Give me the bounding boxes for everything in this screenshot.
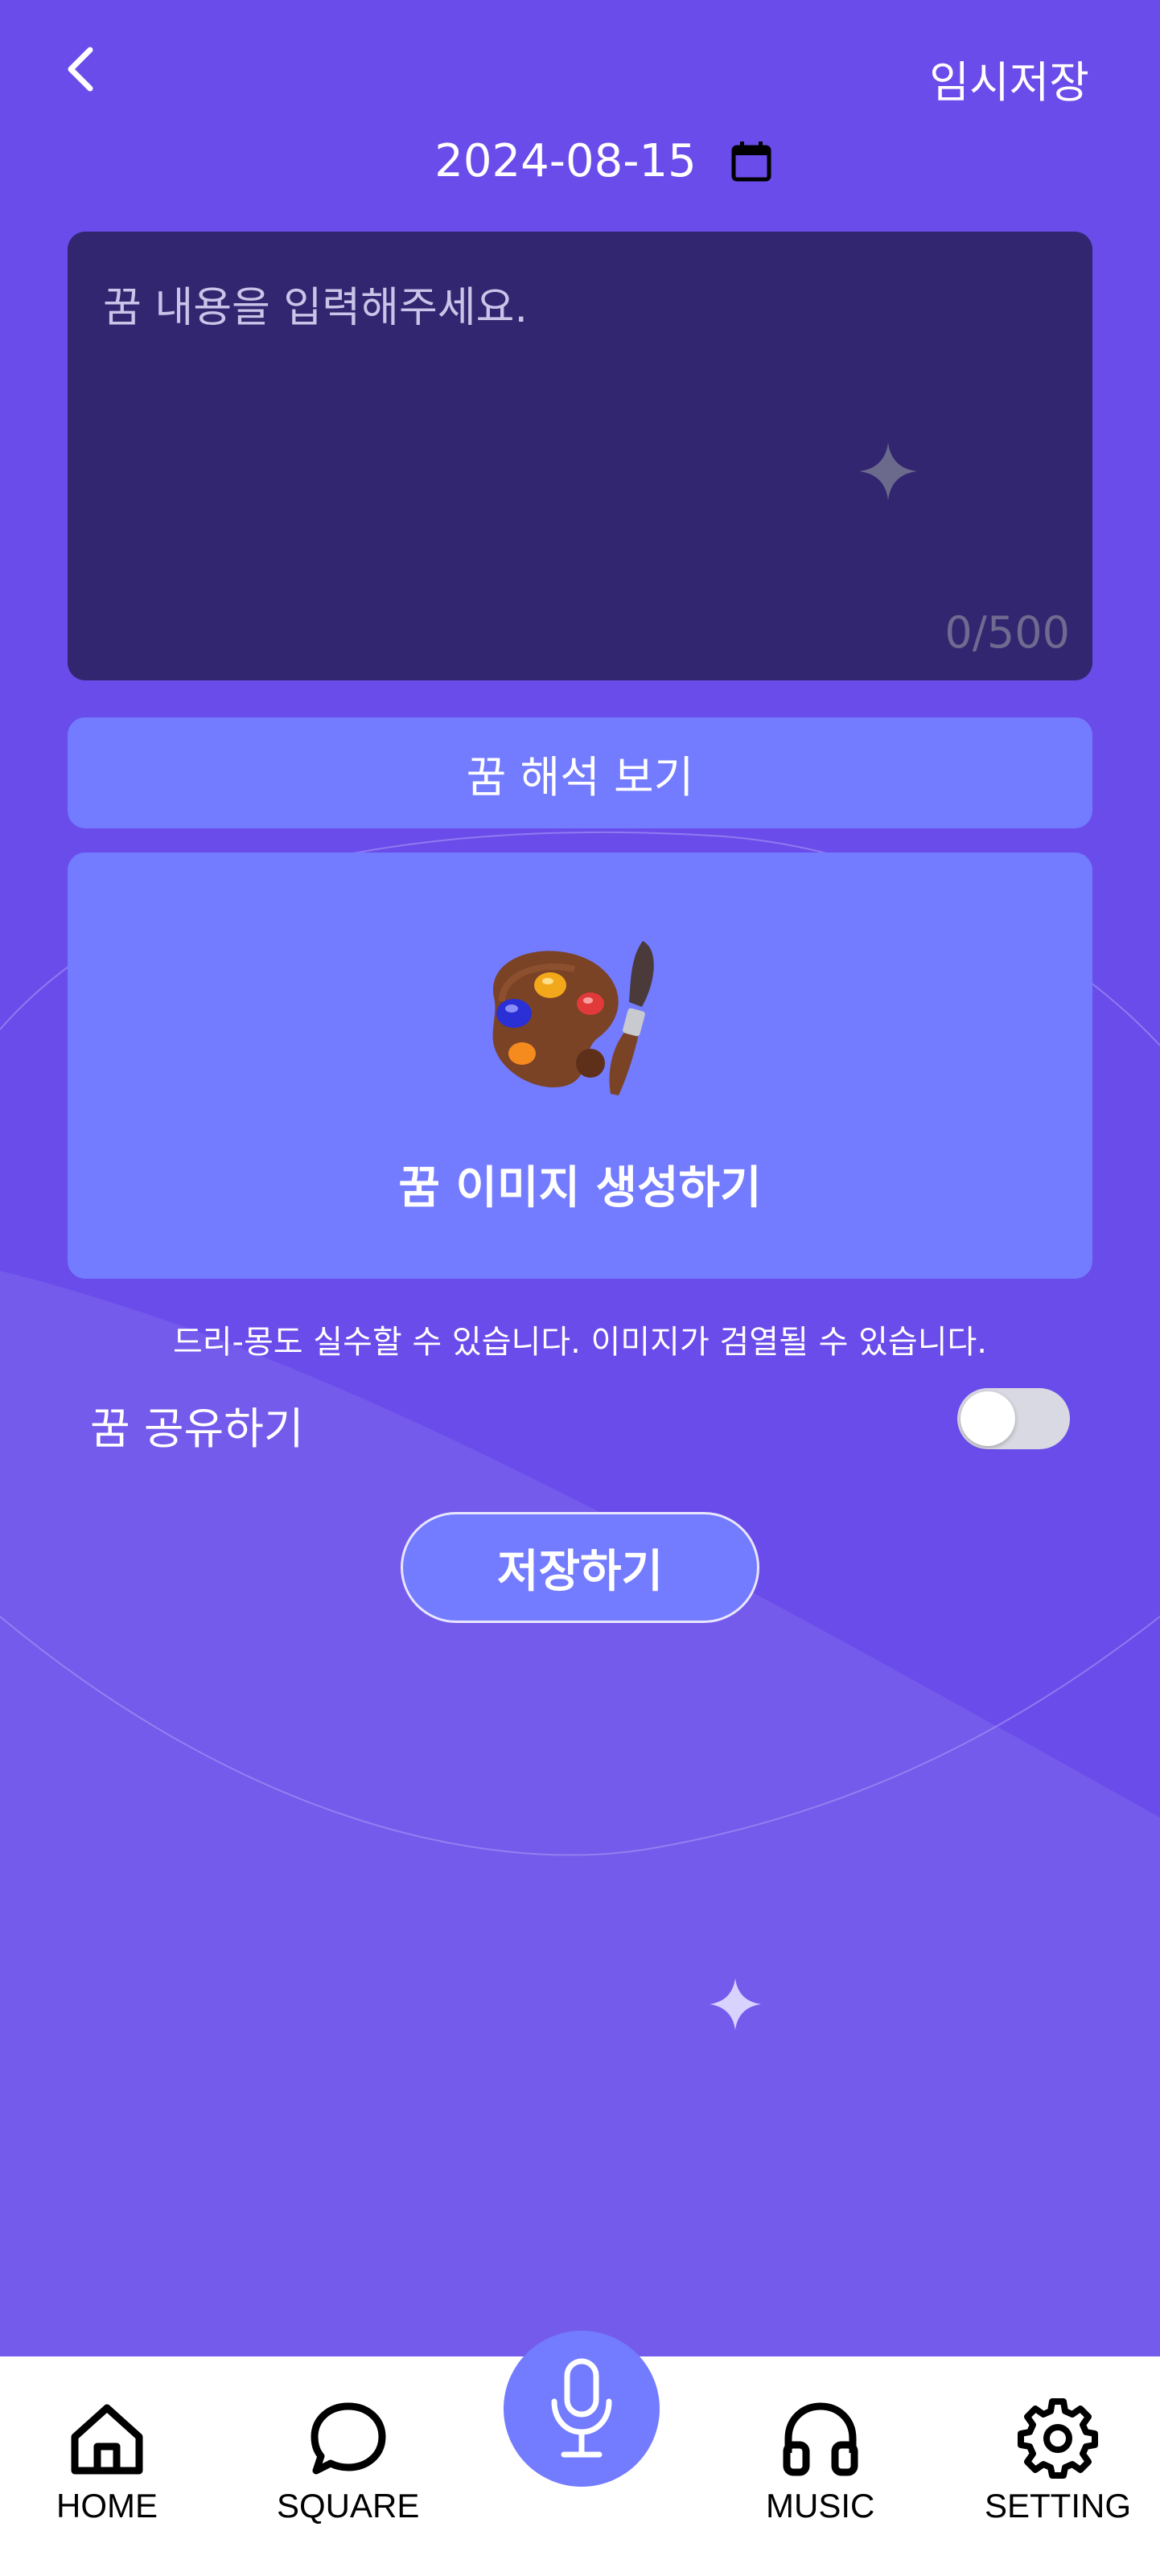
tab-setting-label: SETTING <box>985 2487 1132 2525</box>
tab-square-label: SQUARE <box>277 2487 420 2525</box>
share-toggle[interactable] <box>957 1388 1070 1449</box>
microphone-button[interactable] <box>504 2331 660 2487</box>
tab-music[interactable]: MUSIC <box>766 2397 874 2525</box>
date-value: 2024-08-15 <box>434 135 697 187</box>
generate-image-button[interactable]: 꿈 이미지 생성하기 <box>68 853 1092 1279</box>
chat-bubble-icon <box>311 2402 386 2475</box>
temp-save-button[interactable]: 임시저장 <box>929 47 1089 110</box>
disclaimer-text: 드리-몽도 실수할 수 있습니다. 이미지가 검열될 수 있습니다. <box>172 1324 988 1361</box>
calendar-icon[interactable] <box>729 139 774 184</box>
toggle-knob <box>960 1391 1015 1446</box>
tab-home[interactable]: HOME <box>56 2397 158 2525</box>
home-icon <box>71 2404 143 2475</box>
tab-square[interactable]: SQUARE <box>277 2397 419 2525</box>
palette-icon <box>492 941 654 1095</box>
tab-setting[interactable]: SETTING <box>985 2397 1131 2525</box>
back-button[interactable] <box>56 45 105 93</box>
dream-content-input[interactable]: 꿈 내용을 입력해주세요. 0/500 <box>68 232 1092 680</box>
sparkle-icon <box>710 1978 761 2030</box>
sparkle-icon <box>859 442 917 500</box>
chevron-left-icon <box>68 47 93 92</box>
gear-icon <box>1018 2398 1098 2479</box>
interpret-dream-button[interactable]: 꿈 해석 보기 <box>68 717 1092 828</box>
headphones-icon <box>783 2402 858 2476</box>
share-label: 꿈 공유하기 <box>90 1403 304 1454</box>
save-button[interactable]: 저장하기 <box>401 1512 759 1623</box>
generate-image-label: 꿈 이미지 생성하기 <box>398 1162 762 1214</box>
microphone-icon <box>551 2358 612 2458</box>
date-row: 2024-08-15 <box>0 135 1160 187</box>
tab-home-label: HOME <box>56 2487 158 2525</box>
tab-music-label: MUSIC <box>766 2487 875 2525</box>
char-counter: 0/500 <box>944 607 1070 658</box>
dream-input-placeholder: 꿈 내용을 입력해주세요. <box>103 284 528 332</box>
